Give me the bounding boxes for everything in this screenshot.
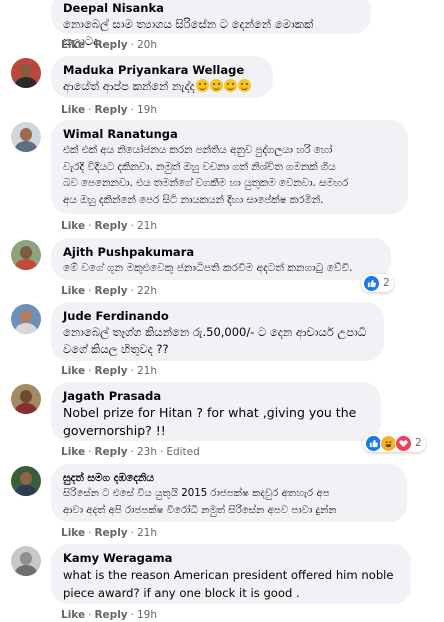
- comment-bubble: Kamy Weragama what is the reason America…: [51, 544, 411, 604]
- comment-text: what is the reason American president of…: [63, 568, 394, 600]
- comment-actions: Like · Reply · 21h: [61, 220, 157, 232]
- grinning-emoji-icon: [195, 79, 209, 92]
- comment-text: මේ වගේ ගුන මකුළුවෙකු ජනාධිපති කරවීම අදටත…: [63, 262, 353, 274]
- reaction-summary[interactable]: 2: [363, 434, 426, 452]
- comment-time[interactable]: 19h: [137, 104, 157, 116]
- comment-bubble: Maduka Priyankara Wellage ආයේත් ආප්ප කන්…: [51, 56, 273, 98]
- comment-bubble: Ajith Pushpakumara මේ වගේ ගුන මකුළුවෙකු …: [51, 238, 391, 280]
- avatar[interactable]: [11, 240, 41, 270]
- like-button[interactable]: Like: [61, 446, 85, 458]
- comment-author[interactable]: සුදත් සමග දඹදෙනිය: [63, 471, 395, 486]
- comment-author[interactable]: Jagath Prasada: [63, 389, 369, 404]
- comment-bubble: Jagath Prasada Nobel prize for Hitan ? f…: [51, 382, 381, 441]
- comment-time[interactable]: 22h: [137, 285, 157, 297]
- like-button[interactable]: Like: [61, 527, 85, 539]
- comment-time[interactable]: 21h: [137, 220, 157, 232]
- comment-text: නොබෙල් තෑග්ග කියන්නෙ රු.50,000/- ට දෙන ආ…: [63, 325, 367, 356]
- grinning-emoji-icon: [223, 79, 237, 92]
- comment-author[interactable]: Maduka Priyankara Wellage: [63, 63, 261, 78]
- grinning-emoji-icon: [237, 79, 251, 92]
- comment-actions: Like · Reply · 22h: [61, 285, 157, 297]
- reply-button[interactable]: Reply: [94, 527, 127, 539]
- comment-time[interactable]: 21h: [137, 365, 157, 377]
- grinning-emoji-icon: [209, 79, 223, 92]
- reply-button[interactable]: Reply: [94, 220, 127, 232]
- like-button[interactable]: Like: [61, 365, 85, 377]
- reply-button[interactable]: Reply: [94, 609, 127, 621]
- like-button[interactable]: Like: [61, 39, 85, 51]
- avatar[interactable]: [11, 122, 41, 152]
- comment-author[interactable]: Jude Ferdinando: [63, 309, 372, 324]
- reaction-summary[interactable]: 2: [361, 274, 394, 292]
- comment-author[interactable]: Wimal Ranatunga: [63, 127, 396, 142]
- reply-button[interactable]: Reply: [94, 104, 127, 116]
- avatar[interactable]: [11, 466, 41, 496]
- avatar[interactable]: [11, 384, 41, 414]
- comment-time[interactable]: 23h: [137, 446, 157, 458]
- like-reaction-icon: [363, 274, 380, 292]
- comment-author[interactable]: Deepal Nisanka: [63, 1, 359, 16]
- comment-text: එක් එක් අය නියෝජනය කරන පන්තිය අනුව පුද්ග…: [63, 144, 349, 206]
- reaction-count: 2: [383, 277, 390, 289]
- reaction-count: 2: [415, 437, 422, 449]
- comment-author[interactable]: Ajith Pushpakumara: [63, 245, 379, 260]
- like-button[interactable]: Like: [61, 104, 85, 116]
- reply-button[interactable]: Reply: [94, 285, 127, 297]
- comment-actions: Like · Reply · 23h · Edited: [61, 446, 200, 458]
- comment-time[interactable]: 20h: [137, 39, 157, 51]
- comment-text: ආයේත් ආප්ප කන්නේ නැද්ද: [63, 78, 261, 95]
- comment-actions: Like · Reply · 21h: [61, 365, 157, 377]
- comment-time[interactable]: 21h: [137, 527, 157, 539]
- comment-bubble: Deepal Nisanka නොබෙල් සාම ත්‍යාගය සිරිසේ…: [51, 0, 371, 48]
- like-button[interactable]: Like: [61, 285, 85, 297]
- comment-actions: Like · Reply · 20h: [61, 39, 157, 51]
- like-button[interactable]: Like: [61, 220, 85, 232]
- comment-actions: Like · Reply · 21h: [61, 527, 157, 539]
- reply-button[interactable]: Reply: [94, 39, 127, 51]
- avatar[interactable]: [11, 58, 41, 88]
- comment-bubble: සුදත් සමග දඹදෙනිය සිරිසේන ට එසේ විය යුතු…: [51, 464, 407, 522]
- comment-bubble: Jude Ferdinando නොබෙල් තෑග්ග කියන්නෙ රු.…: [51, 302, 384, 361]
- comment-text: සිරිසේන ට එසේ විය යුතුයි 2015 රාජපක්ෂ කද…: [63, 488, 337, 516]
- comment-text: Nobel prize for Hitan ? for what ,giving…: [63, 405, 357, 438]
- comment-time[interactable]: 19h: [137, 609, 157, 621]
- love-reaction-icon: [395, 434, 412, 452]
- reply-button[interactable]: Reply: [94, 446, 127, 458]
- reply-button[interactable]: Reply: [94, 365, 127, 377]
- edited-label[interactable]: Edited: [166, 446, 199, 458]
- avatar[interactable]: [11, 304, 41, 334]
- like-button[interactable]: Like: [61, 609, 85, 621]
- comment-actions: Like · Reply · 19h: [61, 104, 157, 116]
- comment-bubble: Wimal Ranatunga එක් එක් අය නියෝජනය කරන ප…: [51, 120, 408, 214]
- comment-author[interactable]: Kamy Weragama: [63, 551, 399, 566]
- avatar[interactable]: [11, 546, 41, 576]
